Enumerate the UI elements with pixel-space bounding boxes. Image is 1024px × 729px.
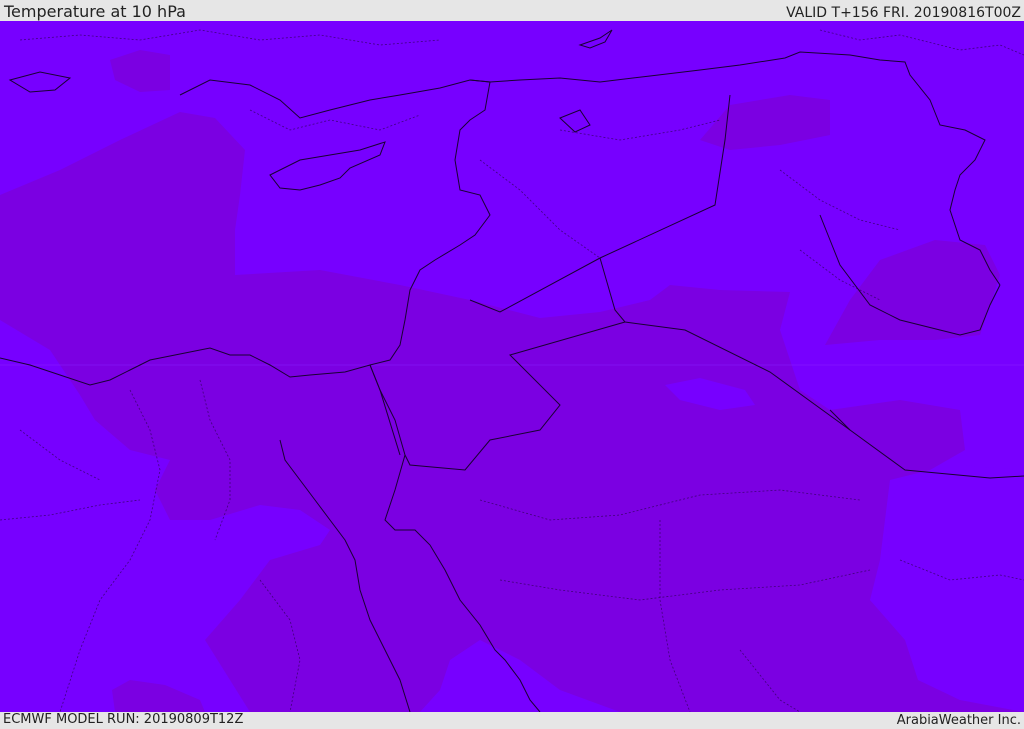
header-bar: Temperature at 10 hPa VALID T+156 FRI. 2…: [0, 0, 1024, 21]
map-svg: [0, 21, 1024, 712]
valid-time: VALID T+156 FRI. 20190816T00Z: [786, 5, 1021, 21]
footer-bar: ECMWF MODEL RUN: 20190809T12Z ArabiaWeat…: [0, 712, 1024, 729]
map-title: Temperature at 10 hPa: [4, 2, 186, 21]
model-run: ECMWF MODEL RUN: 20190809T12Z: [3, 712, 244, 727]
credit: ArabiaWeather Inc.: [896, 713, 1021, 728]
map-canvas[interactable]: [0, 21, 1024, 712]
